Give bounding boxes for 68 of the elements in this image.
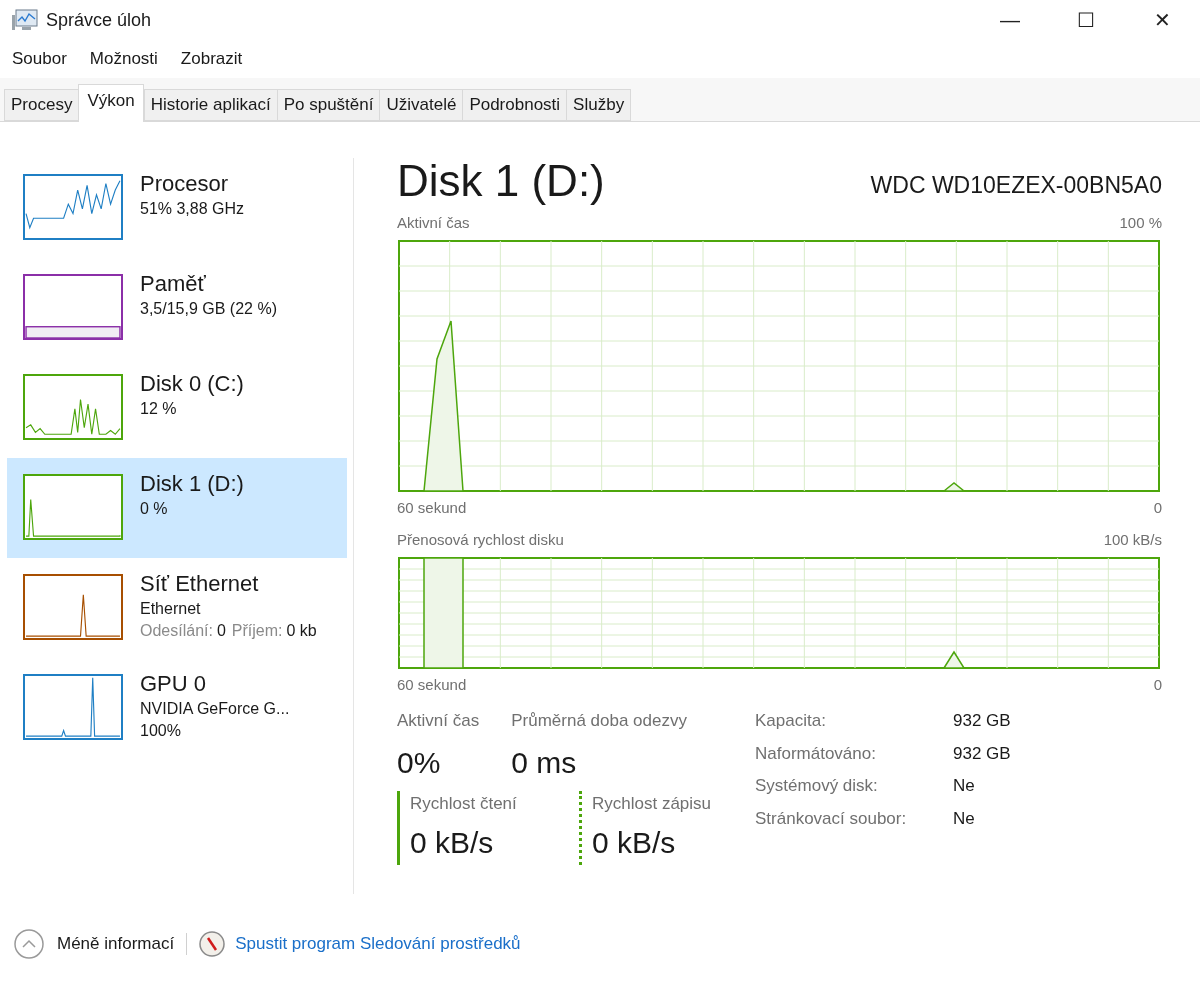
sidebar-item-detail: Ethernet bbox=[140, 599, 202, 619]
property-value: Ne bbox=[953, 807, 976, 830]
property-value: 932 GB bbox=[953, 710, 1011, 732]
window-title: Správce úloh bbox=[46, 8, 152, 32]
graph-label: Přenosová rychlost disku bbox=[397, 530, 564, 550]
menu-item[interactable]: Zobrazit bbox=[180, 46, 243, 72]
property-label: Kapacita: bbox=[755, 710, 827, 732]
collapse-icon[interactable] bbox=[14, 929, 44, 959]
sidebar-item[interactable]: GPU 0 NVIDIA GeForce G... 100% bbox=[7, 658, 347, 758]
property-value: Ne bbox=[953, 775, 976, 797]
stat-value: 0% bbox=[397, 744, 442, 781]
stat-label: Průměrná doba odezvy bbox=[511, 710, 687, 732]
disk-model: WDC WD10EZEX-00BN5A0 bbox=[870, 170, 1162, 200]
sidebar-item-title: Disk 1 (D:) bbox=[140, 470, 244, 498]
tab[interactable]: Po spuštění bbox=[276, 89, 381, 121]
tab[interactable]: Uživatelé bbox=[379, 89, 464, 121]
stat-value: 0 kB/s bbox=[592, 825, 677, 861]
graph-max-label: 100 kB/s bbox=[1103, 530, 1162, 550]
tab[interactable]: Procesy bbox=[4, 89, 80, 121]
sidebar-item-detail: 51% 3,88 GHz bbox=[140, 199, 245, 219]
tab[interactable]: Služby bbox=[566, 89, 632, 121]
sidebar-item[interactable]: Disk 1 (D:) 0 % bbox=[7, 458, 347, 558]
sidebar-item-title: Disk 0 (C:) bbox=[140, 370, 244, 398]
sidebar-item[interactable]: Síť Ethernet Ethernet Odesílání: 0 Příjem: 0 kb bbox=[7, 558, 347, 658]
axis-label: 60 sekund bbox=[397, 497, 467, 518]
tab[interactable]: Podrobnosti bbox=[462, 89, 568, 121]
axis-label: 60 sekund bbox=[397, 674, 467, 695]
resource-monitor-link[interactable]: Spustit program Sledování prostředků bbox=[235, 931, 521, 957]
stat-value: 0 kB/s bbox=[410, 825, 495, 861]
tab[interactable]: Výkon bbox=[78, 84, 144, 122]
property-value: 932 GB bbox=[953, 742, 1011, 765]
monitor-icon bbox=[12, 9, 38, 31]
stat-value: 0 bbox=[216, 621, 226, 641]
stat-label: Rychlost zápisu bbox=[592, 792, 713, 815]
graph-label: Aktivní čas bbox=[397, 213, 470, 233]
property-label: Stránkovací soubor: bbox=[755, 807, 908, 830]
minimize-button[interactable]: — bbox=[972, 0, 1048, 40]
stat-value: 0 kb bbox=[286, 621, 317, 641]
sidebar-item[interactable]: Disk 0 (C:) 12 % bbox=[7, 358, 347, 458]
disk-title: Disk 1 (D:) bbox=[397, 156, 605, 206]
less-info-link[interactable]: Méně informací bbox=[57, 931, 175, 957]
sidebar-item-title: GPU 0 bbox=[140, 670, 208, 698]
sidebar-item-detail: 0 % bbox=[140, 499, 169, 519]
close-button[interactable]: ✕ bbox=[1124, 0, 1200, 40]
sidebar-item[interactable]: Paměť 3,5/15,9 GB (22 %) bbox=[7, 258, 347, 358]
property-label: Naformátováno: bbox=[755, 742, 877, 765]
stat-label: Aktivní čas bbox=[397, 710, 480, 732]
axis-label: 0 bbox=[1153, 674, 1162, 695]
sidebar-item-detail: 3,5/15,9 GB (22 %) bbox=[140, 299, 277, 319]
sidebar-item-title: Procesor bbox=[140, 170, 230, 198]
stat-label: Odesílání: bbox=[140, 621, 213, 641]
tab[interactable]: Historie aplikací bbox=[143, 89, 278, 121]
property-label: Systémový disk: bbox=[755, 775, 879, 797]
stat-value: 0 ms bbox=[511, 744, 578, 781]
sidebar-item-title: Paměť bbox=[140, 270, 207, 298]
stat-label: Rychlost čtení bbox=[410, 792, 518, 815]
maximize-button[interactable]: ☐ bbox=[1048, 0, 1124, 40]
sidebar-item-detail: 12 % bbox=[140, 399, 178, 419]
axis-label: 0 bbox=[1153, 497, 1162, 518]
sidebar-item-detail: 100% bbox=[140, 721, 182, 741]
stat-label: Příjem: bbox=[231, 621, 283, 641]
sidebar-item-detail: NVIDIA GeForce G... bbox=[140, 699, 290, 719]
menu-item[interactable]: Soubor bbox=[12, 46, 67, 72]
gauge-icon bbox=[199, 931, 226, 957]
menu-item[interactable]: Možnosti bbox=[89, 46, 158, 72]
graph-max-label: 100 % bbox=[1119, 213, 1162, 233]
sidebar-item[interactable]: Procesor 51% 3,88 GHz bbox=[7, 158, 347, 258]
sidebar-item-title: Síť Ethernet bbox=[140, 570, 260, 598]
